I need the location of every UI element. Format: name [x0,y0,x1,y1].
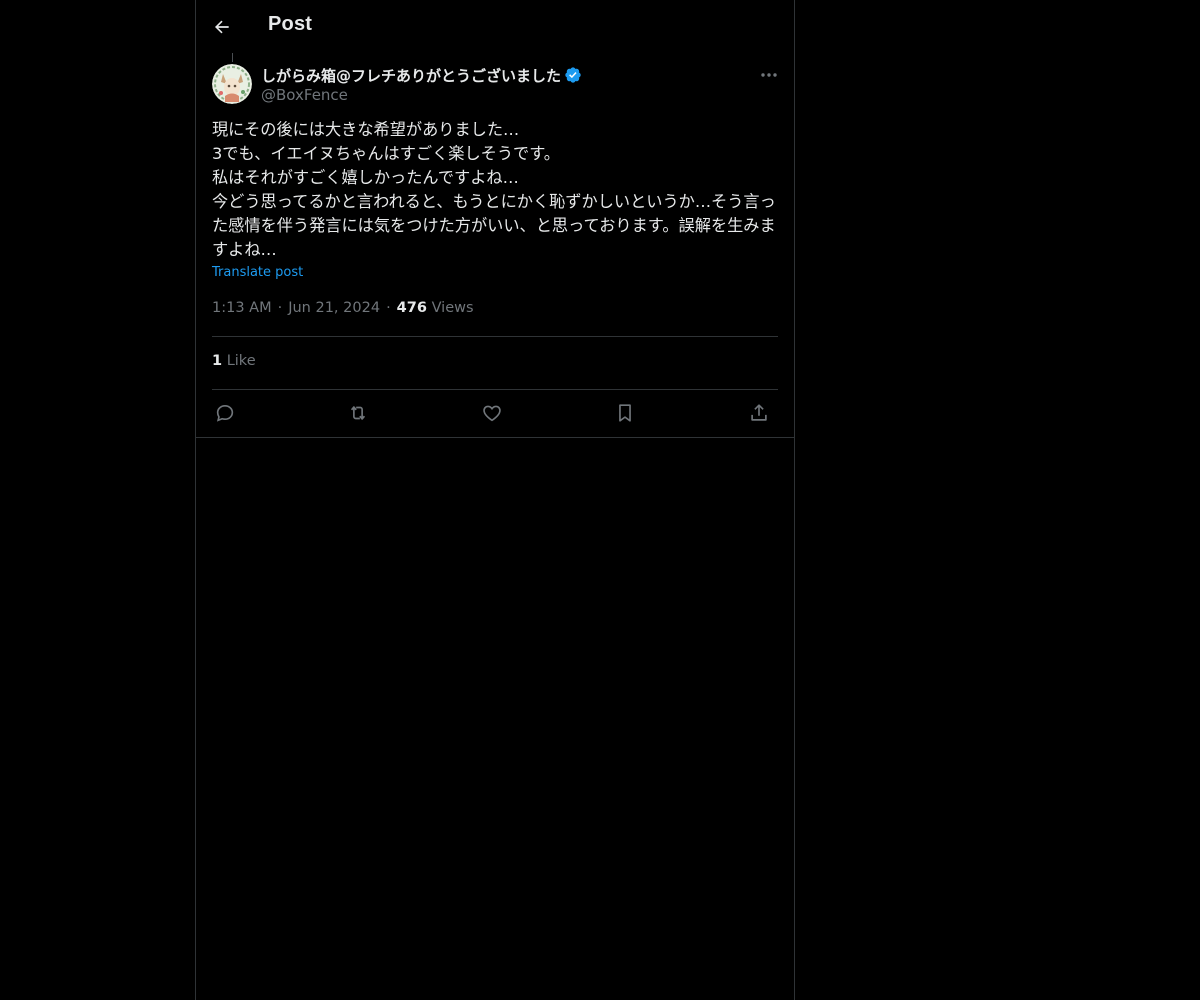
divider [212,389,778,390]
share-button[interactable] [746,400,772,426]
author-name-row: しがらみ箱@フレチありがとうございました [261,65,582,85]
meta-separator: · [277,300,283,316]
likes-count: 1 [212,353,223,369]
views-count: 476 [396,300,427,316]
more-horizontal-icon [761,73,777,77]
post-text: 現にその後には大きな希望がありました… 3でも、イエイヌちゃんはすごく楽しそうで… [212,120,776,259]
post-actions-bar [212,400,782,426]
likes-summary[interactable]: 1 Like [212,353,256,369]
page-title: Post [268,13,313,35]
reply-icon [216,405,234,422]
verified-badge-icon [565,67,581,83]
post-metadata: 1:13 AM · Jun 21, 2024 · 476 Views [212,300,474,316]
likes-label: Like [226,353,256,369]
reply-button[interactable] [212,400,238,426]
back-button[interactable] [212,14,236,40]
post-time[interactable]: 1:13 AM [212,300,272,316]
author-display-name[interactable]: しがらみ箱@フレチありがとうございました [261,65,561,86]
author-handle[interactable]: @BoxFence [261,86,348,104]
bookmark-icon [619,404,631,422]
views-label: Views [431,300,474,316]
like-icon [483,405,501,422]
like-button[interactable] [479,400,505,426]
repost-icon [350,406,366,420]
page-header: Post [196,0,794,53]
arrow-left-icon [215,20,229,34]
post-bottom-border [196,437,794,438]
post-detail-column: Post しがらみ箱@フレチありがとうございました @BoxFence 現にその… [195,0,795,1000]
divider [212,336,778,337]
thread-connector [232,53,233,62]
post-date[interactable]: Jun 21, 2024 [288,300,380,316]
repost-button[interactable] [345,400,371,426]
share-icon [751,404,767,421]
more-options-button[interactable] [758,64,780,86]
bookmark-button[interactable] [612,400,638,426]
avatar-image [212,64,252,104]
translate-post-link[interactable]: Translate post [212,265,303,280]
avatar[interactable] [212,64,252,104]
meta-separator: · [386,300,391,316]
